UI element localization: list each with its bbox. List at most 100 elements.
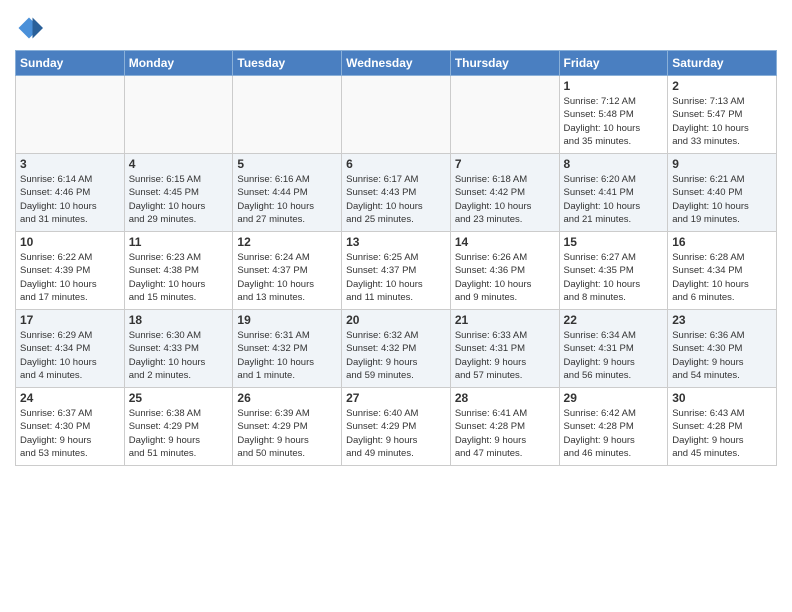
day-info: Sunrise: 6:40 AM Sunset: 4:29 PM Dayligh… <box>346 407 446 460</box>
day-number: 6 <box>346 157 446 171</box>
day-info: Sunrise: 6:42 AM Sunset: 4:28 PM Dayligh… <box>564 407 664 460</box>
day-number: 16 <box>672 235 772 249</box>
day-info: Sunrise: 6:43 AM Sunset: 4:28 PM Dayligh… <box>672 407 772 460</box>
day-number: 3 <box>20 157 120 171</box>
calendar-cell: 16 Sunrise: 6:28 AM Sunset: 4:34 PM Dayli… <box>668 232 777 310</box>
calendar-cell: 25 Sunrise: 6:38 AM Sunset: 4:29 PM Dayli… <box>124 388 233 466</box>
calendar-cell: 12 Sunrise: 6:24 AM Sunset: 4:37 PM Dayli… <box>233 232 342 310</box>
calendar-cell: 7 Sunrise: 6:18 AM Sunset: 4:42 PM Daylig… <box>450 154 559 232</box>
calendar-cell: 10 Sunrise: 6:22 AM Sunset: 4:39 PM Dayli… <box>16 232 125 310</box>
day-info: Sunrise: 6:32 AM Sunset: 4:32 PM Dayligh… <box>346 329 446 382</box>
day-info: Sunrise: 6:33 AM Sunset: 4:31 PM Dayligh… <box>455 329 555 382</box>
day-info: Sunrise: 6:31 AM Sunset: 4:32 PM Dayligh… <box>237 329 337 382</box>
calendar-cell: 1 Sunrise: 7:12 AM Sunset: 5:48 PM Daylig… <box>559 76 668 154</box>
calendar-cell: 17 Sunrise: 6:29 AM Sunset: 4:34 PM Dayli… <box>16 310 125 388</box>
calendar-cell: 23Sunrise: 6:36 AM Sunset: 4:30 PM Dayli… <box>668 310 777 388</box>
calendar-cell: 3 Sunrise: 6:14 AM Sunset: 4:46 PM Daylig… <box>16 154 125 232</box>
calendar-cell: 21Sunrise: 6:33 AM Sunset: 4:31 PM Dayli… <box>450 310 559 388</box>
calendar-cell: 15 Sunrise: 6:27 AM Sunset: 4:35 PM Dayli… <box>559 232 668 310</box>
day-number: 17 <box>20 313 120 327</box>
calendar-week-4: 17 Sunrise: 6:29 AM Sunset: 4:34 PM Dayli… <box>16 310 777 388</box>
day-number: 30 <box>672 391 772 405</box>
day-info: Sunrise: 6:37 AM Sunset: 4:30 PM Dayligh… <box>20 407 120 460</box>
day-info: Sunrise: 6:41 AM Sunset: 4:28 PM Dayligh… <box>455 407 555 460</box>
day-info: Sunrise: 6:24 AM Sunset: 4:37 PM Dayligh… <box>237 251 337 304</box>
calendar-cell: 11 Sunrise: 6:23 AM Sunset: 4:38 PM Dayli… <box>124 232 233 310</box>
day-info: Sunrise: 6:17 AM Sunset: 4:43 PM Dayligh… <box>346 173 446 226</box>
day-number: 9 <box>672 157 772 171</box>
calendar-cell: 24 Sunrise: 6:37 AM Sunset: 4:30 PM Dayli… <box>16 388 125 466</box>
calendar-cell: 28 Sunrise: 6:41 AM Sunset: 4:28 PM Dayli… <box>450 388 559 466</box>
calendar-cell: 22 Sunrise: 6:34 AM Sunset: 4:31 PM Dayli… <box>559 310 668 388</box>
calendar-cell: 27Sunrise: 6:40 AM Sunset: 4:29 PM Dayli… <box>342 388 451 466</box>
day-info: Sunrise: 6:21 AM Sunset: 4:40 PM Dayligh… <box>672 173 772 226</box>
day-info: Sunrise: 6:39 AM Sunset: 4:29 PM Dayligh… <box>237 407 337 460</box>
day-number: 4 <box>129 157 229 171</box>
calendar-week-3: 10 Sunrise: 6:22 AM Sunset: 4:39 PM Dayli… <box>16 232 777 310</box>
logo-icon <box>15 14 43 42</box>
day-number: 10 <box>20 235 120 249</box>
day-info: Sunrise: 7:13 AM Sunset: 5:47 PM Dayligh… <box>672 95 772 148</box>
day-info: Sunrise: 6:38 AM Sunset: 4:29 PM Dayligh… <box>129 407 229 460</box>
day-number: 18 <box>129 313 229 327</box>
day-info: Sunrise: 6:14 AM Sunset: 4:46 PM Dayligh… <box>20 173 120 226</box>
day-number: 25 <box>129 391 229 405</box>
day-number: 29 <box>564 391 664 405</box>
calendar-cell: 19Sunrise: 6:31 AM Sunset: 4:32 PM Dayli… <box>233 310 342 388</box>
day-number: 1 <box>564 79 664 93</box>
calendar-cell <box>450 76 559 154</box>
day-info: Sunrise: 6:18 AM Sunset: 4:42 PM Dayligh… <box>455 173 555 226</box>
day-info: Sunrise: 6:27 AM Sunset: 4:35 PM Dayligh… <box>564 251 664 304</box>
calendar-header-wednesday: Wednesday <box>342 51 451 76</box>
calendar-header-thursday: Thursday <box>450 51 559 76</box>
calendar-cell: 18 Sunrise: 6:30 AM Sunset: 4:33 PM Dayli… <box>124 310 233 388</box>
day-number: 11 <box>129 235 229 249</box>
day-number: 28 <box>455 391 555 405</box>
calendar-week-2: 3 Sunrise: 6:14 AM Sunset: 4:46 PM Daylig… <box>16 154 777 232</box>
page: SundayMondayTuesdayWednesdayThursdayFrid… <box>0 0 792 612</box>
day-number: 14 <box>455 235 555 249</box>
calendar-cell <box>16 76 125 154</box>
day-info: Sunrise: 6:23 AM Sunset: 4:38 PM Dayligh… <box>129 251 229 304</box>
day-info: Sunrise: 7:12 AM Sunset: 5:48 PM Dayligh… <box>564 95 664 148</box>
logo <box>15 14 47 42</box>
calendar-cell: 13 Sunrise: 6:25 AM Sunset: 4:37 PM Dayli… <box>342 232 451 310</box>
day-number: 12 <box>237 235 337 249</box>
calendar-week-1: 1 Sunrise: 7:12 AM Sunset: 5:48 PM Daylig… <box>16 76 777 154</box>
day-info: Sunrise: 6:20 AM Sunset: 4:41 PM Dayligh… <box>564 173 664 226</box>
calendar-cell: 8 Sunrise: 6:20 AM Sunset: 4:41 PM Daylig… <box>559 154 668 232</box>
day-number: 5 <box>237 157 337 171</box>
day-info: Sunrise: 6:29 AM Sunset: 4:34 PM Dayligh… <box>20 329 120 382</box>
day-info: Sunrise: 6:25 AM Sunset: 4:37 PM Dayligh… <box>346 251 446 304</box>
day-info: Sunrise: 6:22 AM Sunset: 4:39 PM Dayligh… <box>20 251 120 304</box>
calendar-cell: 4 Sunrise: 6:15 AM Sunset: 4:45 PM Daylig… <box>124 154 233 232</box>
calendar-cell <box>124 76 233 154</box>
calendar-cell: 2 Sunrise: 7:13 AM Sunset: 5:47 PM Daylig… <box>668 76 777 154</box>
calendar-cell: 6 Sunrise: 6:17 AM Sunset: 4:43 PM Daylig… <box>342 154 451 232</box>
day-info: Sunrise: 6:36 AM Sunset: 4:30 PM Dayligh… <box>672 329 772 382</box>
calendar: SundayMondayTuesdayWednesdayThursdayFrid… <box>15 50 777 466</box>
day-info: Sunrise: 6:30 AM Sunset: 4:33 PM Dayligh… <box>129 329 229 382</box>
day-info: Sunrise: 6:15 AM Sunset: 4:45 PM Dayligh… <box>129 173 229 226</box>
calendar-cell: 30 Sunrise: 6:43 AM Sunset: 4:28 PM Dayli… <box>668 388 777 466</box>
day-info: Sunrise: 6:28 AM Sunset: 4:34 PM Dayligh… <box>672 251 772 304</box>
calendar-week-5: 24 Sunrise: 6:37 AM Sunset: 4:30 PM Dayli… <box>16 388 777 466</box>
calendar-header-monday: Monday <box>124 51 233 76</box>
day-info: Sunrise: 6:16 AM Sunset: 4:44 PM Dayligh… <box>237 173 337 226</box>
calendar-cell: 20Sunrise: 6:32 AM Sunset: 4:32 PM Dayli… <box>342 310 451 388</box>
day-number: 24 <box>20 391 120 405</box>
header <box>15 10 777 42</box>
day-number: 7 <box>455 157 555 171</box>
day-number: 15 <box>564 235 664 249</box>
calendar-cell: 26 Sunrise: 6:39 AM Sunset: 4:29 PM Dayli… <box>233 388 342 466</box>
calendar-cell: 29 Sunrise: 6:42 AM Sunset: 4:28 PM Dayli… <box>559 388 668 466</box>
calendar-header-row: SundayMondayTuesdayWednesdayThursdayFrid… <box>16 51 777 76</box>
day-number: 13 <box>346 235 446 249</box>
day-number: 2 <box>672 79 772 93</box>
day-number: 26 <box>237 391 337 405</box>
day-number: 22 <box>564 313 664 327</box>
day-info: Sunrise: 6:34 AM Sunset: 4:31 PM Dayligh… <box>564 329 664 382</box>
calendar-header-tuesday: Tuesday <box>233 51 342 76</box>
day-number: 8 <box>564 157 664 171</box>
calendar-header-saturday: Saturday <box>668 51 777 76</box>
